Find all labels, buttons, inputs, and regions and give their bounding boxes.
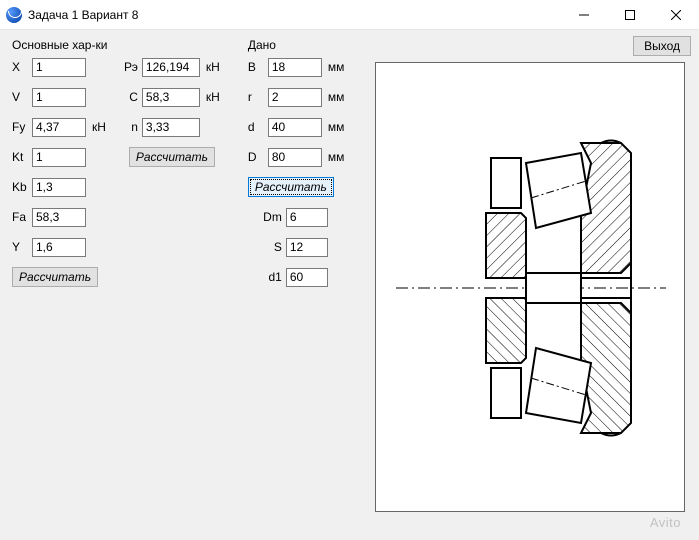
label-Fy: Fy bbox=[12, 120, 32, 134]
app-icon bbox=[6, 7, 22, 23]
input-Kb[interactable] bbox=[32, 178, 86, 197]
unit-d: мм bbox=[328, 120, 345, 134]
section-given-label: Дано bbox=[248, 38, 345, 52]
main-col2: Рэ кН С кН n Рассчитать bbox=[124, 56, 220, 176]
section-main-label: Основные хар-ки bbox=[12, 38, 220, 52]
given-secondary: Dm S d1 bbox=[260, 206, 345, 288]
unit-Re: кН bbox=[206, 60, 220, 74]
label-V: V bbox=[12, 90, 32, 104]
titlebar: Задача 1 Вариант 8 bbox=[0, 0, 699, 30]
main-col1: X V Fy кН Kt bbox=[12, 56, 106, 296]
input-Kt[interactable] bbox=[32, 148, 86, 167]
bearing-svg bbox=[376, 63, 686, 513]
label-d1: d1 bbox=[260, 270, 286, 284]
label-Kt: Kt bbox=[12, 150, 32, 164]
bearing-drawing bbox=[375, 62, 685, 512]
label-d: d bbox=[248, 120, 268, 134]
close-button[interactable] bbox=[653, 0, 699, 30]
label-X: X bbox=[12, 60, 32, 74]
label-Fa: Fa bbox=[12, 210, 32, 224]
close-icon bbox=[671, 10, 681, 20]
input-V[interactable] bbox=[32, 88, 86, 107]
input-d[interactable] bbox=[268, 118, 322, 137]
calc-button-col1[interactable]: Рассчитать bbox=[12, 267, 98, 287]
unit-D: мм bbox=[328, 150, 345, 164]
input-Y[interactable] bbox=[32, 238, 86, 257]
input-D[interactable] bbox=[268, 148, 322, 167]
label-r: r bbox=[248, 90, 268, 104]
input-Dm[interactable] bbox=[286, 208, 328, 227]
unit-r: мм bbox=[328, 90, 345, 104]
minimize-icon bbox=[579, 10, 589, 20]
label-n: n bbox=[124, 120, 142, 134]
label-Re: Рэ bbox=[124, 60, 142, 74]
label-D: D bbox=[248, 150, 268, 164]
calc-button-given[interactable]: Рассчитать bbox=[248, 177, 334, 197]
label-Kb: Kb bbox=[12, 180, 32, 194]
input-Re[interactable] bbox=[142, 58, 200, 77]
exit-button[interactable]: Выход bbox=[633, 36, 691, 56]
unit-B: мм bbox=[328, 60, 345, 74]
given-col: В мм r мм d мм D мм bbox=[248, 56, 345, 288]
maximize-button[interactable] bbox=[607, 0, 653, 30]
label-S: S bbox=[260, 240, 286, 254]
input-B[interactable] bbox=[268, 58, 322, 77]
client-area: Выход Основные хар-ки X V Fy bbox=[0, 30, 699, 540]
label-Y: Y bbox=[12, 240, 32, 254]
input-Fa[interactable] bbox=[32, 208, 86, 227]
maximize-icon bbox=[625, 10, 635, 20]
input-d1[interactable] bbox=[286, 268, 328, 287]
calc-button-col2[interactable]: Рассчитать bbox=[129, 147, 215, 167]
unit-C: кН bbox=[206, 90, 220, 104]
label-B: В bbox=[248, 60, 268, 74]
input-r[interactable] bbox=[268, 88, 322, 107]
label-Dm: Dm bbox=[260, 210, 286, 224]
input-Fy[interactable] bbox=[32, 118, 86, 137]
window-title: Задача 1 Вариант 8 bbox=[28, 8, 561, 22]
label-C: С bbox=[124, 90, 142, 104]
minimize-button[interactable] bbox=[561, 0, 607, 30]
input-n[interactable] bbox=[142, 118, 200, 137]
watermark: Avito bbox=[650, 515, 681, 530]
input-X[interactable] bbox=[32, 58, 86, 77]
input-C[interactable] bbox=[142, 88, 200, 107]
unit-Fy: кН bbox=[92, 120, 106, 134]
input-S[interactable] bbox=[286, 238, 328, 257]
